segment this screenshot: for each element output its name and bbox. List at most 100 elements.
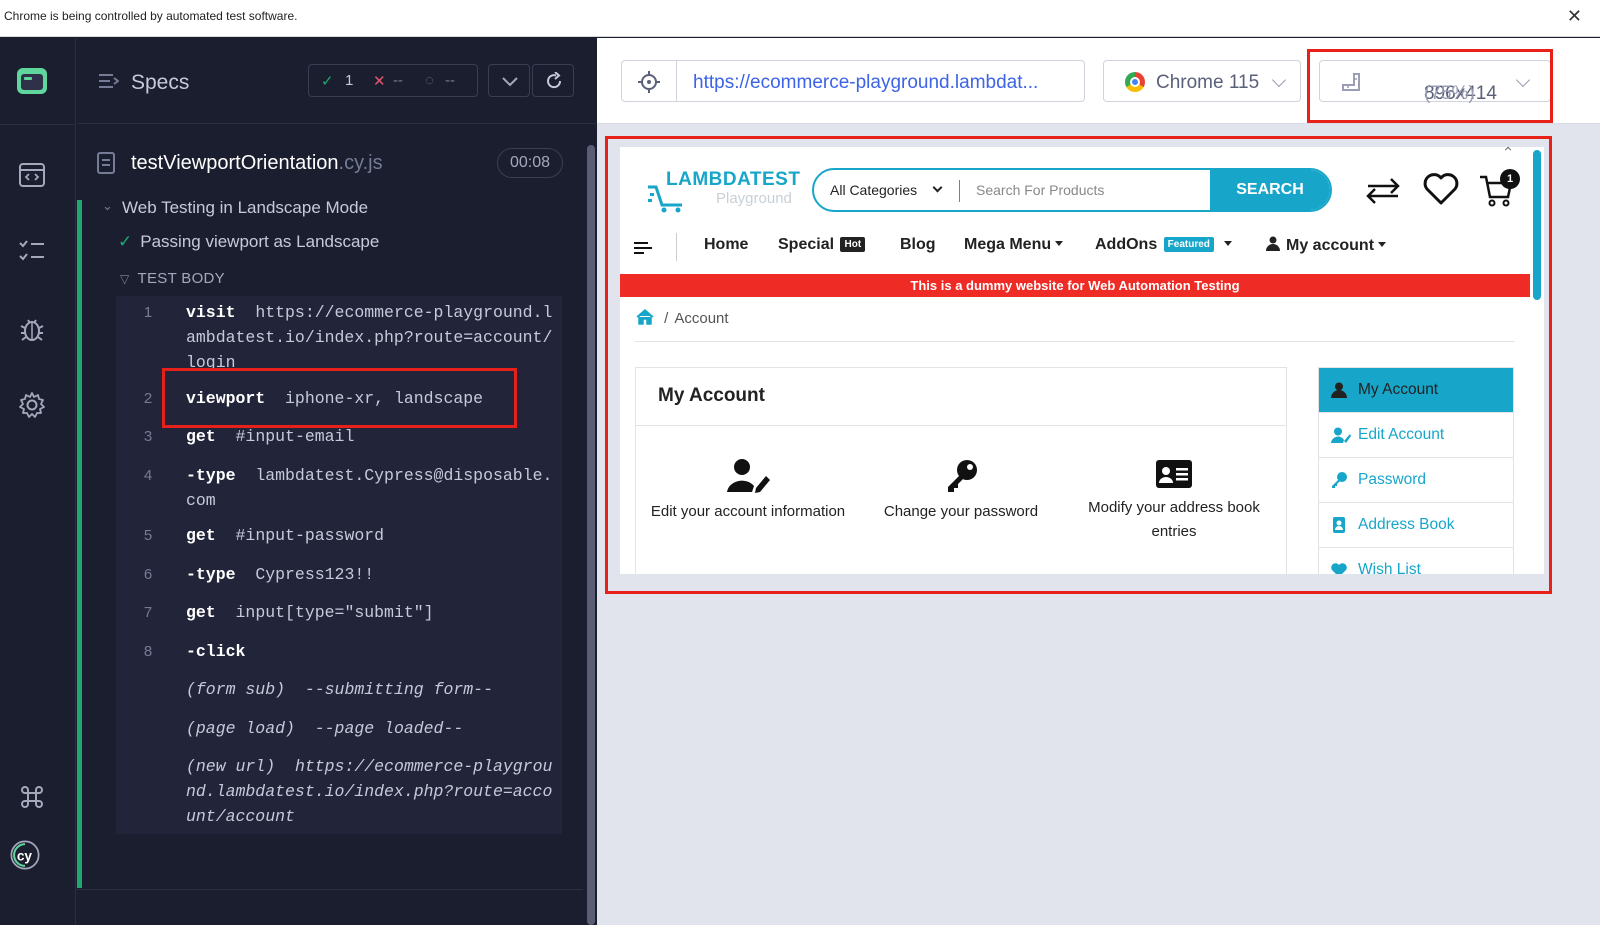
suite-title[interactable]: Web Testing in Landscape Mode xyxy=(122,200,368,218)
command-text: -click xyxy=(186,639,556,664)
logo-subtext: Playground xyxy=(716,190,792,207)
command-text: get #input-password xyxy=(186,523,556,548)
debug-icon[interactable] xyxy=(17,314,47,344)
nav-divider xyxy=(676,233,677,261)
breadcrumb-separator: / xyxy=(664,310,669,327)
nav-mega-label: Mega Menu xyxy=(964,236,1052,253)
rerun-button[interactable] xyxy=(532,64,574,97)
event-arg: --page loaded-- xyxy=(314,719,464,738)
side-item-my-account[interactable]: My Account xyxy=(1319,368,1513,413)
search-input[interactable]: Search For Products xyxy=(976,182,1104,198)
chevron-down-button[interactable] xyxy=(488,64,530,97)
specs-title[interactable]: Specs xyxy=(131,71,189,95)
my-account-card: My Account Edit your account information… xyxy=(635,367,1287,574)
specs-scrollbar[interactable] xyxy=(587,145,595,925)
search-button[interactable]: SEARCH xyxy=(1210,170,1330,210)
side-item-label: Wish List xyxy=(1358,561,1421,574)
test-tree: ⌄ Web Testing in Landscape Mode ✓ Passing… xyxy=(77,200,584,888)
specs-list-icon[interactable] xyxy=(99,73,119,89)
featured-badge: Featured xyxy=(1163,237,1214,252)
command-number: 8 xyxy=(143,643,153,660)
test-title-row[interactable]: ✓ Passing viewport as Landscape xyxy=(118,232,379,252)
pending-icon: ◌ xyxy=(425,72,434,89)
aut-scrollbar[interactable] xyxy=(1533,150,1541,300)
command-name: -type xyxy=(186,466,236,485)
settings-icon[interactable] xyxy=(17,390,47,420)
runs-icon[interactable] xyxy=(17,236,47,266)
nav-special[interactable]: Special Hot xyxy=(778,236,866,254)
caret-down-icon xyxy=(1378,242,1387,247)
selector-playground-button[interactable] xyxy=(621,60,677,102)
failed-count: -- xyxy=(393,72,403,89)
event-name: (page load) xyxy=(186,719,295,738)
side-item-password[interactable]: Password xyxy=(1319,458,1513,503)
nav-blog[interactable]: Blog xyxy=(900,236,936,254)
address-card-icon xyxy=(1156,460,1192,488)
address-book-icon xyxy=(1333,517,1345,533)
side-item-label: Edit Account xyxy=(1358,426,1445,443)
document-icon xyxy=(97,152,115,174)
command-arg: #input-email xyxy=(235,427,355,446)
specs-icon[interactable] xyxy=(17,160,47,190)
chrome-icon xyxy=(1125,72,1145,92)
nav-my-account[interactable]: My account xyxy=(1266,236,1387,255)
keyboard-shortcuts-icon[interactable] xyxy=(17,782,47,812)
test-body-label: TEST BODY xyxy=(137,270,225,287)
account-side-menu: My Account Edit Account Password Address… xyxy=(1318,367,1514,574)
chevron-down-icon[interactable]: ⌄ xyxy=(102,200,113,214)
test-body-toggle[interactable]: ▽ TEST BODY xyxy=(120,270,225,287)
url-text[interactable]: https://ecommerce-playground.lambdat... xyxy=(693,72,1038,94)
cypress-logo-icon[interactable]: cy xyxy=(10,840,54,884)
side-item-label: Address Book xyxy=(1358,516,1455,533)
user-edit-icon xyxy=(727,459,770,493)
command-arg: #input-password xyxy=(235,526,385,545)
key-icon xyxy=(948,460,977,492)
side-item-edit-account[interactable]: Edit Account xyxy=(1319,413,1513,458)
change-password-tile[interactable]: Change your password xyxy=(861,458,1061,524)
close-icon[interactable]: × xyxy=(1504,147,1512,155)
command-text: get input[type="submit"] xyxy=(186,600,556,625)
event-name: (new url) xyxy=(186,757,276,776)
home-icon[interactable] xyxy=(636,309,654,325)
browser-selector[interactable]: Chrome 115 xyxy=(1103,60,1301,102)
nav-addons[interactable]: AddOns Featured xyxy=(1095,236,1233,254)
breadcrumb-divider xyxy=(635,341,1515,342)
nav-mega-menu[interactable]: Mega Menu xyxy=(964,236,1064,254)
command-number: 3 xyxy=(143,428,153,445)
side-item-label: Password xyxy=(1358,471,1427,488)
test-title: Passing viewport as Landscape xyxy=(140,232,380,251)
side-item-wish-list[interactable]: Wish List xyxy=(1319,548,1513,574)
user-edit-icon xyxy=(1331,427,1351,443)
automation-infobar: Chrome is being controlled by automated … xyxy=(0,0,1600,37)
category-select[interactable]: All Categories xyxy=(830,182,917,198)
nav-account-label: My account xyxy=(1286,237,1375,254)
wishlist-heart-icon[interactable] xyxy=(1422,171,1460,207)
command-name: visit xyxy=(186,303,236,322)
command-arg: https://ecommerce-playground.lambdatest.… xyxy=(186,303,553,372)
side-item-address-book[interactable]: Address Book xyxy=(1319,503,1513,548)
command-name: get xyxy=(186,603,216,622)
command-number: 4 xyxy=(143,467,153,484)
cypress-app-icon[interactable] xyxy=(17,68,47,94)
hot-badge: Hot xyxy=(840,237,866,252)
address-book-tile[interactable]: Modify your address book entries xyxy=(1074,458,1274,544)
spec-file-name: testViewportOrientation.cy.js xyxy=(131,152,383,174)
hamburger-icon[interactable] xyxy=(634,241,652,255)
nav-addons-label: AddOns xyxy=(1095,236,1158,253)
compare-icon[interactable] xyxy=(1364,177,1402,205)
card-divider xyxy=(636,425,1286,426)
command-arg: input[type="submit"] xyxy=(235,603,434,622)
breadcrumb-current: Account xyxy=(674,310,729,327)
logo-text: LAMBDATEST xyxy=(666,169,801,190)
command-number: 2 xyxy=(143,390,153,407)
user-icon xyxy=(1331,382,1347,398)
close-icon[interactable]: ✕ xyxy=(1567,6,1582,27)
lambdatest-logo[interactable]: LAMBDATEST Playground xyxy=(646,169,800,217)
edit-account-tile[interactable]: Edit your account information xyxy=(648,458,848,524)
test-stats: ✓ 1 ✕ -- ◌ -- xyxy=(308,64,478,97)
command-name: get xyxy=(186,526,216,545)
rail-divider xyxy=(0,124,76,125)
svg-text:cy: cy xyxy=(17,848,33,863)
nav-home[interactable]: Home xyxy=(704,236,748,254)
url-bar[interactable]: https://ecommerce-playground.lambdat... xyxy=(677,60,1085,102)
